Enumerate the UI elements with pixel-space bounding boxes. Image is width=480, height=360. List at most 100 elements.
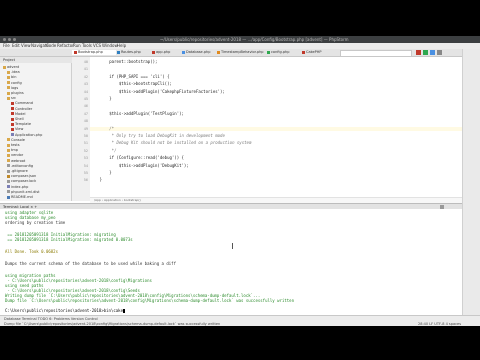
editor-tab[interactable]: Bootstrap.php: [72, 50, 116, 55]
sidebar-item-label: webroot: [11, 158, 26, 163]
php-file-icon: [117, 50, 120, 54]
terminal-panel[interactable]: using adapter sqlite using database my_pe…: [0, 209, 462, 315]
code-line: * Debug Kit should not be installed on a…: [90, 140, 252, 146]
sidebar-item[interactable]: src: [7, 96, 16, 100]
line-number: 55: [83, 171, 88, 175]
sidebar-item-label: config: [11, 80, 22, 85]
run-config-dropdown[interactable]: [340, 50, 412, 57]
sidebar-item[interactable]: View: [11, 127, 23, 131]
sidebar-item[interactable]: README.md: [7, 195, 33, 199]
php-file-icon: [217, 50, 220, 54]
toolbar-icon[interactable]: [416, 50, 421, 55]
sidebar-item[interactable]: vendor: [7, 153, 23, 157]
editor-tab[interactable]: CakePHP: [300, 50, 332, 55]
line-number: 43: [83, 82, 88, 87]
sidebar-item-label: plugins: [11, 91, 24, 95]
sidebar-item-label: Model: [15, 111, 26, 116]
sidebar-item[interactable]: composer.lock: [7, 179, 36, 183]
terminal-text: == 20181205091318 InitialMigration: migr…: [5, 237, 133, 242]
code-line: $this->addPlugin('TestPlugin');: [90, 110, 184, 116]
line-number: 47: [83, 111, 88, 116]
sidebar-item-label: composer.json: [11, 174, 37, 179]
editor-tab[interactable]: TimestampBehavior.php: [215, 50, 265, 55]
sidebar-item[interactable]: advent: [3, 65, 19, 69]
php-file-icon: [302, 50, 305, 54]
sidebar-item-label: .editorconfig: [11, 163, 34, 168]
terminal-text: ordering by creation time: [5, 220, 66, 225]
window-title: ~/Users/public/repositories/advent-2018 …: [160, 37, 349, 42]
sidebar-item-label: Console: [11, 137, 25, 142]
code-line: }: [90, 177, 103, 183]
sidebar-item-label: advent: [7, 65, 20, 69]
md-file-icon: [7, 195, 10, 199]
terminal-line: All Done. Took 0.0682s: [5, 250, 58, 254]
sidebar-item-label: .gitignore: [11, 169, 28, 173]
editor-tab[interactable]: config.php: [265, 50, 301, 55]
sidebar-item[interactable]: logs: [7, 86, 18, 90]
folder-icon: [7, 153, 10, 157]
letterbox-bottom: [0, 326, 480, 360]
folder-icon: [7, 159, 10, 163]
terminal-text: C:\Users\public\repositories\advent-2018…: [5, 308, 124, 313]
window-controls[interactable]: [3, 38, 16, 41]
sidebar-item[interactable]: Model: [11, 112, 26, 116]
toolbar-icon[interactable]: [423, 50, 428, 55]
sidebar-item[interactable]: phpunit.xml.dist: [7, 190, 40, 194]
project-sidebar: Project advent .idea bin config logs plugins s…: [0, 57, 74, 201]
line-gutter: 40 41 42 43 44 45 46 47 48 49 50 51 52 53 54 55 56: [72, 57, 90, 201]
editor-tab[interactable]: Routes.php: [115, 50, 151, 55]
code-editor[interactable]: parent::bootstrap(); if (PHP_SAPI === 'c…: [90, 57, 462, 201]
terminal-text: Dump file `C:\Users\public\repositories\…: [5, 298, 294, 303]
folder-icon: [7, 138, 10, 142]
json-file-icon: [7, 174, 10, 178]
tab-label: config.php: [271, 50, 290, 54]
php-file-icon: [152, 50, 155, 54]
sidebar-item[interactable]: config: [7, 81, 22, 85]
tab-label: Routes.php: [121, 50, 141, 54]
sidebar-item[interactable]: Template: [11, 122, 31, 126]
toolbar-icon[interactable]: [437, 50, 442, 55]
folder-icon: [7, 86, 10, 90]
sidebar-item[interactable]: composer.json: [7, 174, 36, 178]
sidebar-item[interactable]: Command: [11, 101, 33, 105]
folder-icon: [7, 148, 10, 152]
sidebar-item[interactable]: bin: [7, 75, 16, 79]
sidebar-item[interactable]: .gitignore: [7, 169, 28, 173]
line-number: 46: [83, 104, 88, 109]
sidebar-item[interactable]: tests: [7, 143, 20, 147]
line-number: 42: [83, 74, 88, 79]
sidebar-item-label: Controller: [15, 106, 33, 111]
folder-icon: [7, 96, 10, 100]
tool-window-bar[interactable]: Database Terminal TODO 6: Problems Versi…: [4, 317, 98, 321]
code-line: */: [90, 147, 117, 153]
editor-tab[interactable]: Database.php: [180, 50, 216, 55]
sidebar-item-label: bin: [11, 75, 17, 80]
sidebar-item[interactable]: Shell: [11, 117, 24, 121]
sidebar-item[interactable]: webroot: [7, 159, 25, 163]
sidebar-item[interactable]: plugins: [7, 91, 24, 95]
file-icon: [7, 169, 10, 173]
sidebar-item[interactable]: .idea: [7, 70, 20, 74]
sidebar-header[interactable]: Project: [0, 57, 74, 63]
sidebar-item-label: .idea: [11, 70, 20, 75]
sidebar-item[interactable]: Controller: [11, 107, 32, 111]
sidebar-item[interactable]: tmp: [7, 148, 18, 152]
editor-tab[interactable]: app.php: [150, 50, 181, 55]
sidebar-item-label: Shell: [15, 117, 24, 121]
sidebar-item[interactable]: Console: [7, 138, 25, 142]
line-number: 53: [83, 156, 88, 161]
mouse-ibeam-icon: [232, 243, 233, 249]
toolbar-icon[interactable]: [430, 50, 435, 55]
sidebar-item-label: tmp: [11, 148, 19, 153]
sidebar-item-label: index.php: [11, 184, 29, 189]
terminal-text: Dumps the current schema of the database…: [5, 261, 176, 266]
line-number: 41: [83, 67, 88, 72]
php-file-icon: [267, 50, 270, 54]
sidebar-item[interactable]: index.php: [7, 185, 28, 189]
file-icon: [7, 164, 10, 168]
folder-icon: [11, 101, 14, 105]
sidebar-item[interactable]: .editorconfig: [7, 164, 33, 168]
terminal-text: All Done. Took 0.0682s: [5, 249, 58, 254]
sidebar-item[interactable]: Application.php: [11, 133, 42, 137]
right-tool-strip: [462, 49, 480, 326]
